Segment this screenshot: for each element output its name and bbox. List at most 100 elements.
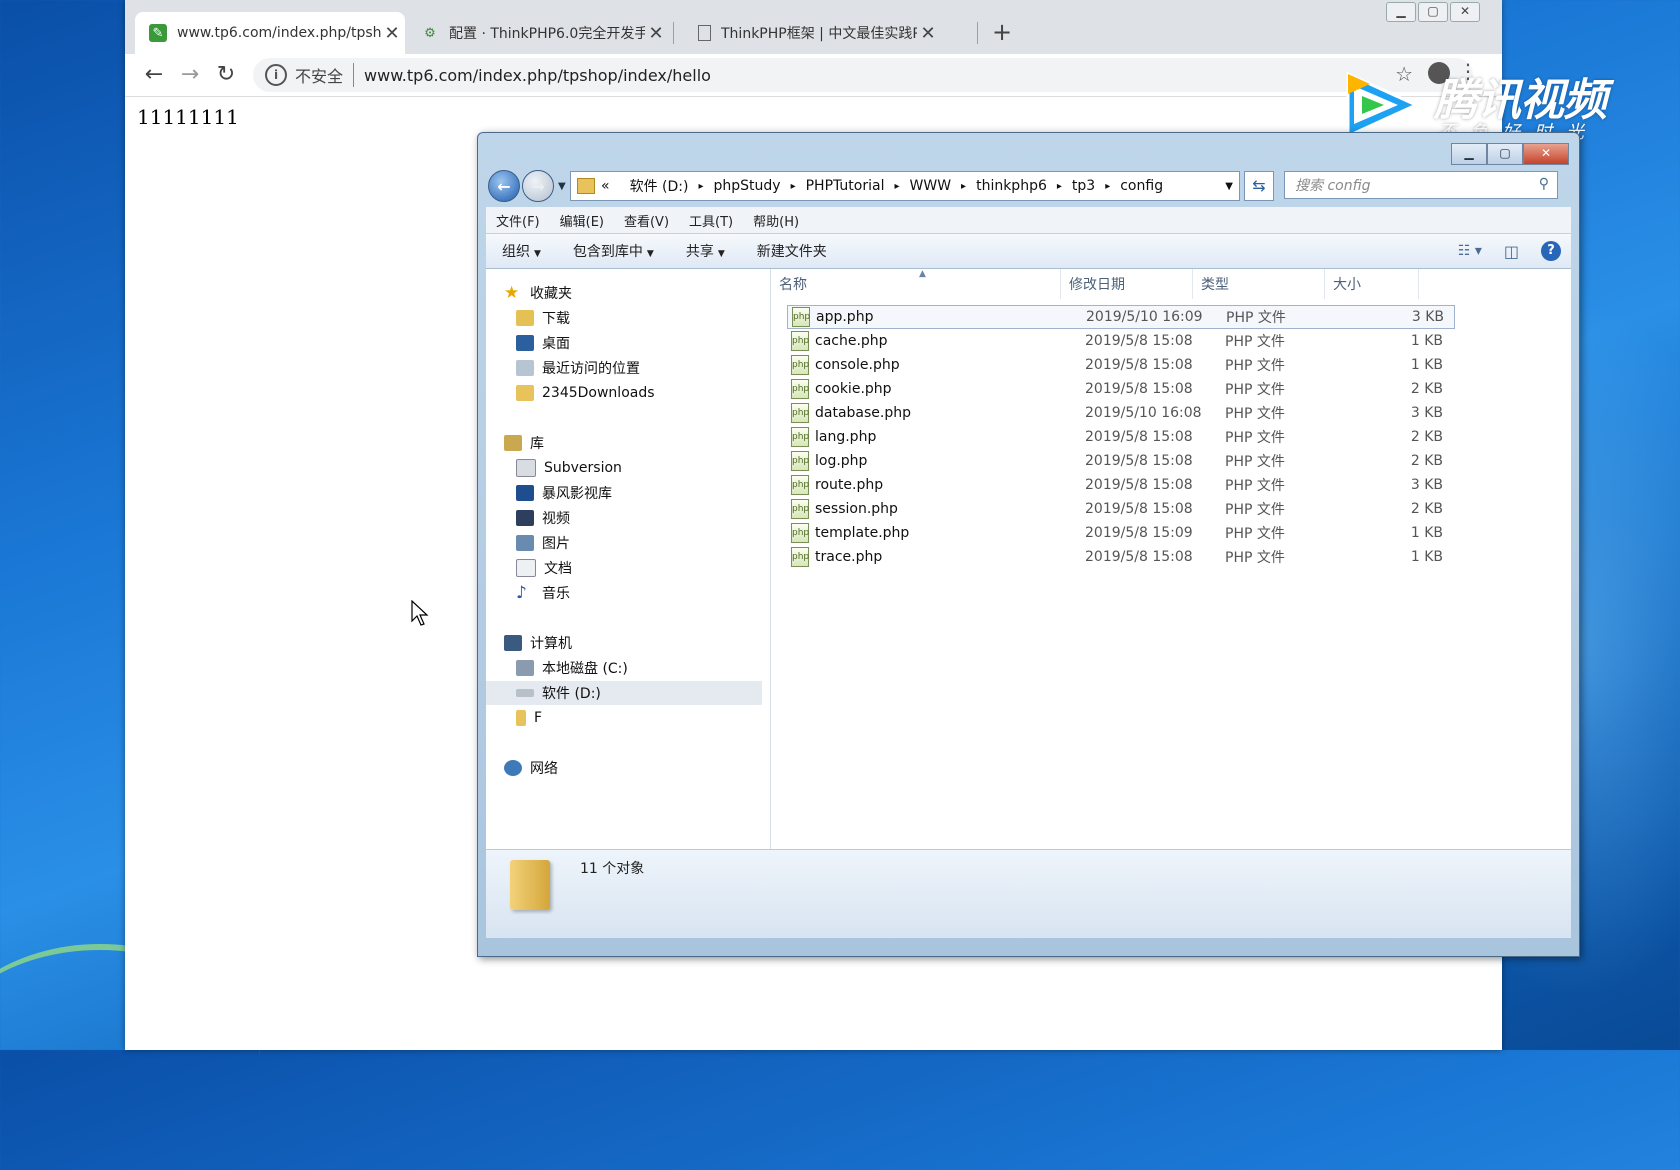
menu-view[interactable]: 查看(V): [614, 211, 679, 230]
breadcrumb-www[interactable]: WWW ▸: [910, 178, 977, 194]
explorer-window: ▁ ▢ ✕ ← → ▼ « 软件 (D:) ▸ phpStudy ▸ PHPTuto…: [477, 132, 1580, 957]
nav-favorites[interactable]: ★ 收藏夹: [504, 281, 572, 305]
library-icon: [504, 435, 522, 451]
help-icon[interactable]: ?: [1541, 241, 1561, 261]
nav-drive-f[interactable]: F: [516, 706, 542, 730]
breadcrumb-drive-d[interactable]: 软件 (D:) ▸: [630, 176, 714, 196]
menu-file[interactable]: 文件(F): [486, 211, 550, 230]
url-text[interactable]: www.tp6.com/index.php/tpshop/index/hello: [364, 66, 711, 85]
minimize-button[interactable]: ▁: [1386, 2, 1416, 22]
php-file-icon: php: [791, 355, 809, 375]
search-icon[interactable]: ⚲: [1539, 176, 1549, 192]
tab-thinkphp-framework[interactable]: ThinkPHP框架 | 中文最佳实践PHP ✕: [680, 12, 945, 54]
star-icon: ★: [504, 283, 520, 303]
menu-help[interactable]: 帮助(H): [743, 211, 809, 230]
nav-documents[interactable]: 文档: [516, 556, 572, 580]
file-row[interactable]: php console.php 2019/5/8 15:08 PHP 文件 1 …: [787, 353, 1455, 377]
menu-tools[interactable]: 工具(T): [679, 211, 743, 230]
php-file-icon: php: [791, 427, 809, 447]
tab-config-manual[interactable]: ⚙ 配置 · ThinkPHP6.0完全开发手册 ✕: [407, 12, 672, 54]
file-row[interactable]: php lang.php 2019/5/8 15:08 PHP 文件 2 KB: [787, 425, 1455, 449]
address-bar[interactable]: i 不安全 www.tp6.com/index.php/tpshop/index…: [253, 58, 1473, 92]
tab-title: 配置 · ThinkPHP6.0完全开发手册: [449, 26, 645, 42]
maximize-button[interactable]: ▢: [1487, 143, 1523, 165]
file-row[interactable]: php trace.php 2019/5/8 15:08 PHP 文件 1 KB: [787, 545, 1455, 569]
nav-computer[interactable]: 计算机: [504, 631, 572, 655]
nav-baofeng-library[interactable]: 暴风影视库: [516, 481, 612, 505]
nav-2345downloads[interactable]: 2345Downloads: [516, 381, 655, 405]
address-dropdown-icon[interactable]: ▼: [1225, 181, 1233, 192]
nav-network[interactable]: 网络: [504, 756, 558, 780]
tab-title: ThinkPHP框架 | 中文最佳实践PHP: [721, 26, 917, 42]
nav-recent-places[interactable]: 最近访问的位置: [516, 356, 640, 380]
minimize-button[interactable]: ▁: [1451, 143, 1487, 165]
nav-videos[interactable]: 视频: [516, 506, 570, 530]
pictures-icon: [516, 535, 534, 551]
back-button[interactable]: ←: [488, 170, 520, 202]
tab-tp6[interactable]: ✎ www.tp6.com/index.php/tpshop ✕: [135, 12, 405, 54]
refresh-button[interactable]: ⇆: [1244, 171, 1274, 201]
breadcrumb-tp3[interactable]: tp3 ▸: [1072, 178, 1120, 194]
php-file-icon: php: [791, 403, 809, 423]
back-button[interactable]: ←: [139, 62, 169, 87]
column-type[interactable]: 类型: [1193, 269, 1325, 299]
menu-edit[interactable]: 编辑(E): [550, 211, 614, 230]
nav-software-drive-d[interactable]: 软件 (D:): [486, 681, 762, 705]
file-row[interactable]: php log.php 2019/5/8 15:08 PHP 文件 2 KB: [787, 449, 1455, 473]
column-name[interactable]: 名称: [771, 269, 1061, 299]
network-icon: [504, 760, 522, 776]
usb-drive-icon: [516, 710, 526, 726]
close-button[interactable]: ✕: [1523, 143, 1569, 165]
downloads-folder-icon: [516, 310, 534, 326]
include-in-library-button[interactable]: 包含到库中 ▼: [557, 241, 670, 261]
column-size[interactable]: 大小: [1325, 269, 1419, 299]
organize-button[interactable]: 组织 ▼: [486, 241, 557, 261]
nav-music[interactable]: ♪ 音乐: [516, 581, 570, 605]
item-count: 11 个对象: [580, 861, 645, 877]
forward-button[interactable]: →: [522, 170, 554, 202]
close-tab-icon[interactable]: ✕: [917, 23, 939, 44]
recent-pages-dropdown-icon[interactable]: ▼: [558, 181, 566, 192]
file-row[interactable]: php cache.php 2019/5/8 15:08 PHP 文件 1 KB: [787, 329, 1455, 353]
close-button[interactable]: ✕: [1450, 2, 1480, 22]
breadcrumb-phptutorial[interactable]: PHPTutorial ▸: [806, 178, 910, 194]
column-date-modified[interactable]: 修改日期: [1061, 269, 1193, 299]
forward-button[interactable]: →: [175, 62, 205, 87]
page-icon: [698, 25, 711, 41]
address-breadcrumb[interactable]: « 软件 (D:) ▸ phpStudy ▸ PHPTutorial ▸ WWW ▸ t…: [570, 171, 1240, 201]
file-row[interactable]: php cookie.php 2019/5/8 15:08 PHP 文件 2 K…: [787, 377, 1455, 401]
nav-local-disk-c[interactable]: 本地磁盘 (C:): [516, 656, 628, 680]
php-file-icon: php: [791, 331, 809, 351]
nav-pictures[interactable]: 图片: [516, 531, 570, 555]
file-row[interactable]: php template.php 2019/5/8 15:09 PHP 文件 1…: [787, 521, 1455, 545]
file-row[interactable]: php database.php 2019/5/10 16:08 PHP 文件 …: [787, 401, 1455, 425]
chevron-down-icon: ▼: [717, 249, 725, 259]
breadcrumb-phpstudy[interactable]: phpStudy ▸: [713, 178, 805, 194]
maximize-button[interactable]: ▢: [1418, 2, 1448, 22]
file-row[interactable]: php route.php 2019/5/8 15:08 PHP 文件 3 KB: [787, 473, 1455, 497]
new-tab-button[interactable]: +: [987, 18, 1017, 46]
nav-desktop[interactable]: 桌面: [516, 331, 570, 355]
chevron-right-icon: ▸: [698, 180, 704, 192]
info-icon[interactable]: i: [265, 64, 287, 86]
file-row[interactable]: php app.php 2019/5/10 16:09 PHP 文件 3 KB: [787, 305, 1455, 329]
breadcrumb-config[interactable]: config: [1120, 178, 1163, 194]
nav-subversion[interactable]: Subversion: [516, 456, 622, 480]
breadcrumb-thinkphp6[interactable]: thinkphp6 ▸: [976, 178, 1072, 194]
reload-button[interactable]: ↻: [211, 62, 241, 87]
nav-downloads[interactable]: 下载: [516, 306, 570, 330]
view-options-icon[interactable]: ☷ ▾: [1458, 243, 1482, 259]
documents-icon: [516, 559, 536, 577]
close-tab-icon[interactable]: ✕: [645, 23, 667, 44]
file-row[interactable]: php session.php 2019/5/8 15:08 PHP 文件 2 …: [787, 497, 1455, 521]
preview-pane-icon[interactable]: ◫: [1504, 242, 1519, 261]
tab-strip: ✎ www.tp6.com/index.php/tpshop ✕ ⚙ 配置 · …: [125, 0, 1502, 54]
nav-libraries[interactable]: 库: [504, 431, 544, 455]
close-tab-icon[interactable]: ✕: [381, 23, 403, 44]
new-folder-button[interactable]: 新建文件夹: [741, 241, 843, 261]
file-list: ▲ 名称 修改日期 类型 大小 php app.php 2019/5/10 16…: [771, 269, 1571, 849]
breadcrumb-overflow[interactable]: «: [601, 178, 630, 194]
search-input[interactable]: 搜索 config ⚲: [1284, 171, 1558, 199]
chevron-down-icon: ▼: [646, 249, 654, 259]
share-button[interactable]: 共享 ▼: [670, 241, 741, 261]
